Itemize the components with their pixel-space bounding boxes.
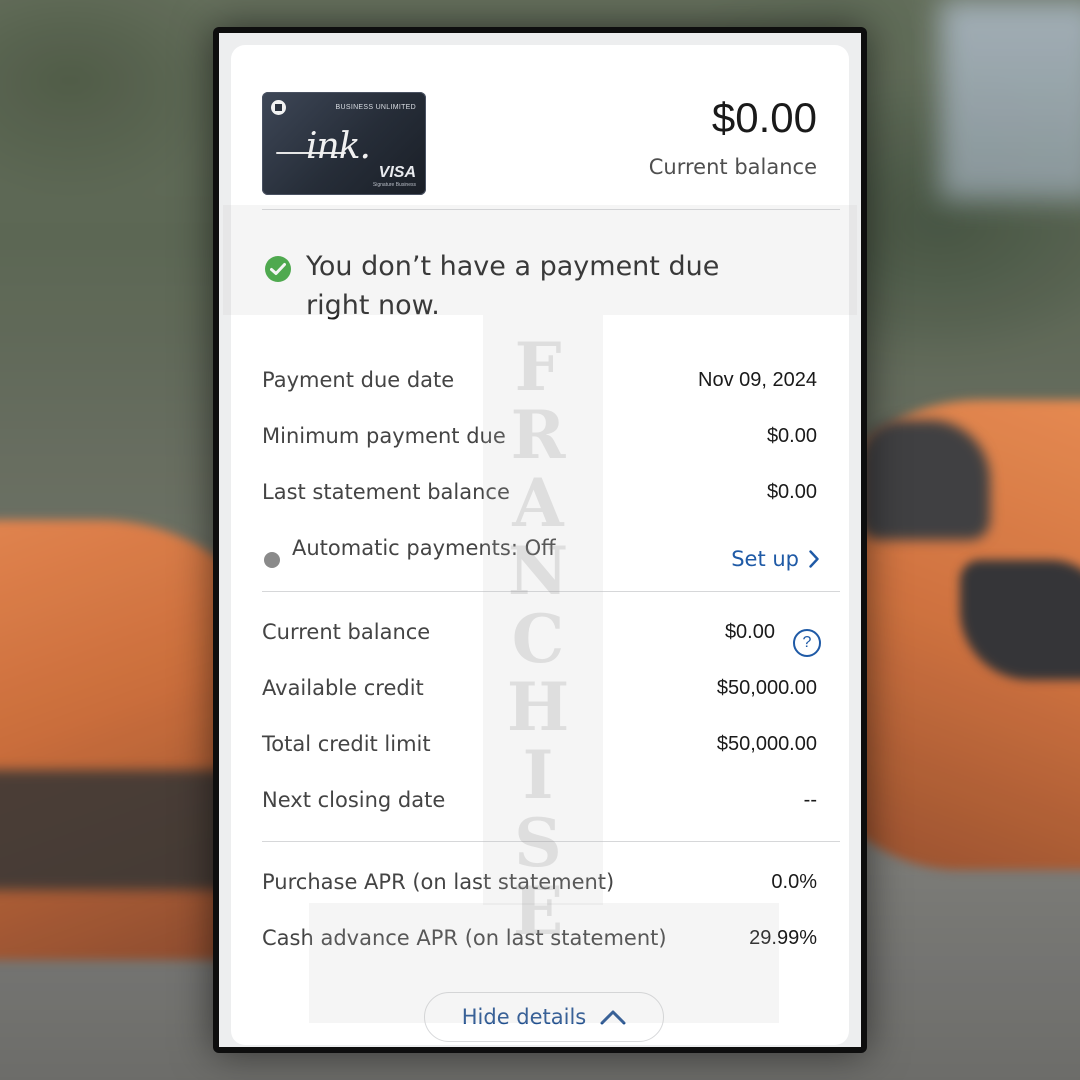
- watermark-band: [483, 315, 603, 905]
- payment-due-date-value: Nov 09, 2024: [698, 369, 817, 391]
- purchase-apr-value: 0.0%: [771, 871, 817, 893]
- next-closing-date-label: Next closing date: [262, 788, 446, 812]
- credit-card-image[interactable]: BUSINESS UNLIMITED ink. VISA Signature B…: [262, 92, 426, 195]
- bank-logo-icon: [271, 100, 286, 115]
- chevron-right-icon: [809, 550, 819, 568]
- card-network-subtext: Signature Business: [372, 182, 416, 188]
- credit-limit-value: $50,000.00: [716, 733, 817, 755]
- card-tier-text: BUSINESS UNLIMITED: [335, 104, 416, 111]
- next-closing-date-value: --: [803, 789, 817, 811]
- phone-frame: BUSINESS UNLIMITED ink. VISA Signature B…: [213, 27, 867, 1053]
- available-credit-label: Available credit: [262, 676, 424, 700]
- available-credit-value: $50,000.00: [716, 677, 817, 699]
- account-screen: BUSINESS UNLIMITED ink. VISA Signature B…: [219, 33, 861, 1047]
- credit-limit-label: Total credit limit: [262, 732, 431, 756]
- payment-due-date-label: Payment due date: [262, 368, 455, 392]
- last-statement-value: $0.00: [766, 481, 817, 503]
- setup-link-label: Set up: [731, 547, 799, 571]
- help-icon[interactable]: ?: [793, 629, 821, 657]
- balance-amount: $0.00: [711, 94, 817, 141]
- autopay-status-dot: [264, 552, 280, 568]
- minimum-payment-value: $0.00: [766, 425, 817, 447]
- last-statement-label: Last statement balance: [262, 480, 510, 504]
- card-network-logo: VISA: [378, 164, 416, 181]
- current-balance-label: Current balance: [262, 620, 431, 644]
- minimum-payment-label: Minimum payment due: [262, 424, 506, 448]
- balance-label: Current balance: [648, 155, 817, 179]
- watermark-band: [309, 903, 779, 1023]
- card-brand-script: ink.: [306, 126, 371, 167]
- current-balance-value: $0.00: [724, 621, 775, 643]
- watermark-band: [223, 205, 857, 315]
- autopay-setup-link[interactable]: Set up: [731, 547, 819, 571]
